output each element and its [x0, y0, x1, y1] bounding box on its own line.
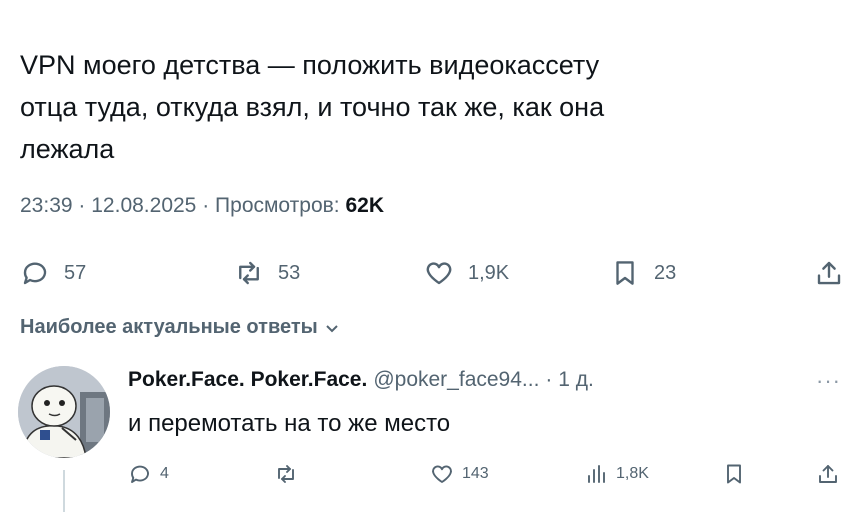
like-button[interactable]: 1,9K	[424, 258, 509, 288]
thread-line	[63, 470, 65, 512]
reply-bookmark-button[interactable]	[722, 462, 746, 486]
repost-button[interactable]: 53	[234, 258, 300, 288]
reply-actions: 4 143 1,8K	[128, 462, 844, 490]
tweet-time[interactable]: 23:39	[20, 194, 73, 217]
reply-text: и перемотать на то же место	[128, 410, 451, 437]
share-button[interactable]	[814, 258, 844, 288]
tweet-text-line: отца туда, откуда взял, и точно так же, …	[20, 92, 605, 122]
tweet-actions: 57 53 1,9K 23	[20, 258, 844, 290]
views-icon	[588, 465, 605, 483]
tweet-text-line: лежала	[20, 134, 115, 164]
chevron-down-icon	[326, 324, 338, 332]
views-count: 62K	[345, 194, 384, 217]
reply-count: 57	[64, 261, 87, 284]
tweet-meta: 23:39 · 12.08.2025 · Просмотров: 62K	[20, 194, 384, 218]
reply-share-button[interactable]	[816, 462, 840, 486]
repost-icon	[278, 465, 294, 483]
separator: ·	[78, 194, 86, 217]
views-label: Просмотров:	[215, 194, 340, 217]
reply-author-handle[interactable]: @poker_face94...	[373, 368, 539, 392]
reply-button[interactable]: 57	[20, 258, 86, 288]
like-count: 1,9K	[468, 261, 510, 284]
avatar-image	[18, 366, 110, 458]
bookmark-icon	[727, 464, 741, 484]
reply-icon	[23, 262, 47, 285]
reply-reply-button[interactable]: 4	[128, 462, 169, 486]
reply-header: Poker.Face. Poker.Face. @poker_face94...…	[128, 368, 594, 392]
bookmark-button[interactable]: 23	[610, 258, 676, 288]
reply-icon	[131, 465, 149, 483]
reply-repost-button[interactable]	[274, 462, 298, 486]
avatar[interactable]	[18, 366, 110, 458]
like-icon	[426, 262, 452, 285]
reply-views-count: 1,8K	[616, 465, 649, 482]
reply-like-button[interactable]: 143	[430, 462, 489, 486]
repost-icon	[239, 261, 259, 285]
reply-time[interactable]: · 1 д.	[545, 368, 593, 392]
bookmark-count: 23	[654, 261, 677, 284]
separator: ·	[202, 194, 210, 217]
share-icon	[819, 465, 837, 483]
tweet-date[interactable]: 12.08.2025	[91, 194, 196, 217]
reply-reply-count: 4	[160, 465, 169, 482]
replies-sort-dropdown[interactable]: Наиболее актуальные ответы	[20, 316, 340, 339]
tweet-text: VPN моего детства — положить видеокассет…	[20, 44, 820, 170]
like-icon	[432, 465, 452, 483]
reply-author-name[interactable]: Poker.Face. Poker.Face.	[128, 368, 367, 392]
more-options-button[interactable]: ···	[816, 368, 841, 394]
replies-sort-label: Наиболее актуальные ответы	[20, 316, 318, 338]
reply-views-button[interactable]: 1,8K	[584, 462, 649, 486]
tweet-text-line: VPN моего детства — положить видеокассет…	[20, 50, 600, 80]
reply-like-count: 143	[462, 465, 489, 482]
share-icon	[817, 261, 841, 285]
repost-count: 53	[278, 261, 301, 284]
bookmark-icon	[616, 261, 634, 285]
